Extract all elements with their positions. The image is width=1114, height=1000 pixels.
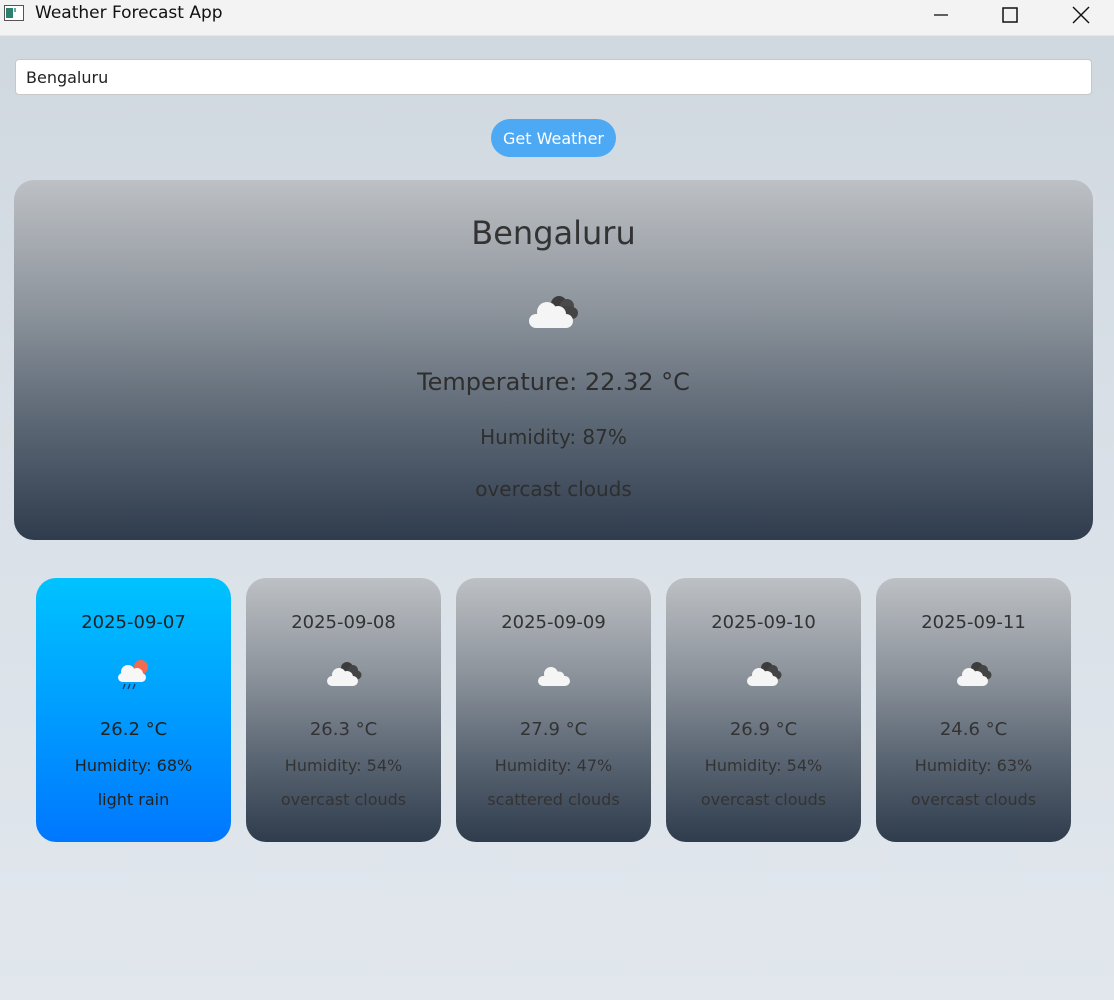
get-weather-button[interactable]: Get Weather [491,119,616,157]
current-humidity: Humidity: 87% [480,425,627,449]
overcast-clouds-icon [957,662,992,686]
forecast-card[interactable]: 2025-09-11 24.6 °C Humidity: 63% overcas… [876,578,1071,842]
maximize-icon [1002,7,1018,23]
close-icon [1072,6,1090,24]
overcast-clouds-icon [529,296,578,328]
minimize-button[interactable] [918,0,964,30]
forecast-description: overcast clouds [280,790,407,809]
current-weather-card: Bengaluru Temperature: 22.32 °C Humidity… [14,180,1093,540]
forecast-temperature: 27.9 °C [519,719,588,740]
overcast-clouds-icon [747,662,782,686]
forecast-temperature: 26.9 °C [729,719,798,740]
forecast-date: 2025-09-10 [711,612,816,633]
forecast-description: overcast clouds [910,790,1037,809]
forecast-date: 2025-09-08 [291,612,396,633]
get-weather-label: Get Weather [503,128,604,148]
forecast-description: overcast clouds [700,790,827,809]
title-bar: Weather Forecast App [0,0,1114,36]
forecast-card[interactable]: 2025-09-10 26.9 °C Humidity: 54% overcas… [666,578,861,842]
current-description: overcast clouds [475,477,632,501]
app-icon [4,5,24,21]
scattered-clouds-icon [538,667,570,686]
forecast-humidity: Humidity: 47% [494,756,613,775]
current-temperature: Temperature: 22.32 °C [417,368,690,396]
maximize-button[interactable] [987,0,1033,30]
light-rain-icon [118,660,148,690]
forecast-temperature: 26.2 °C [99,719,168,740]
forecast-humidity: Humidity: 63% [914,756,1033,775]
forecast-card[interactable]: 2025-09-07 26.2 °C Humidity: 68% light r… [36,578,231,842]
current-city: Bengaluru [471,214,636,252]
forecast-date: 2025-09-09 [501,612,606,633]
forecast-date: 2025-09-11 [921,612,1026,633]
forecast-card[interactable]: 2025-09-08 26.3 °C Humidity: 54% overcas… [246,578,441,842]
forecast-temperature: 26.3 °C [309,719,378,740]
forecast-description: light rain [97,790,170,809]
minimize-icon [934,14,948,16]
forecast-humidity: Humidity: 54% [284,756,403,775]
city-search-input[interactable] [15,59,1092,95]
overcast-clouds-icon [327,662,362,686]
forecast-temperature: 24.6 °C [939,719,1008,740]
close-button[interactable] [1058,0,1104,30]
window-title: Weather Forecast App [35,3,223,23]
forecast-card[interactable]: 2025-09-09 27.9 °C Humidity: 47% scatter… [456,578,651,842]
forecast-description: scattered clouds [487,790,620,809]
forecast-humidity: Humidity: 68% [74,756,193,775]
forecast-humidity: Humidity: 54% [704,756,823,775]
forecast-date: 2025-09-07 [81,612,186,633]
